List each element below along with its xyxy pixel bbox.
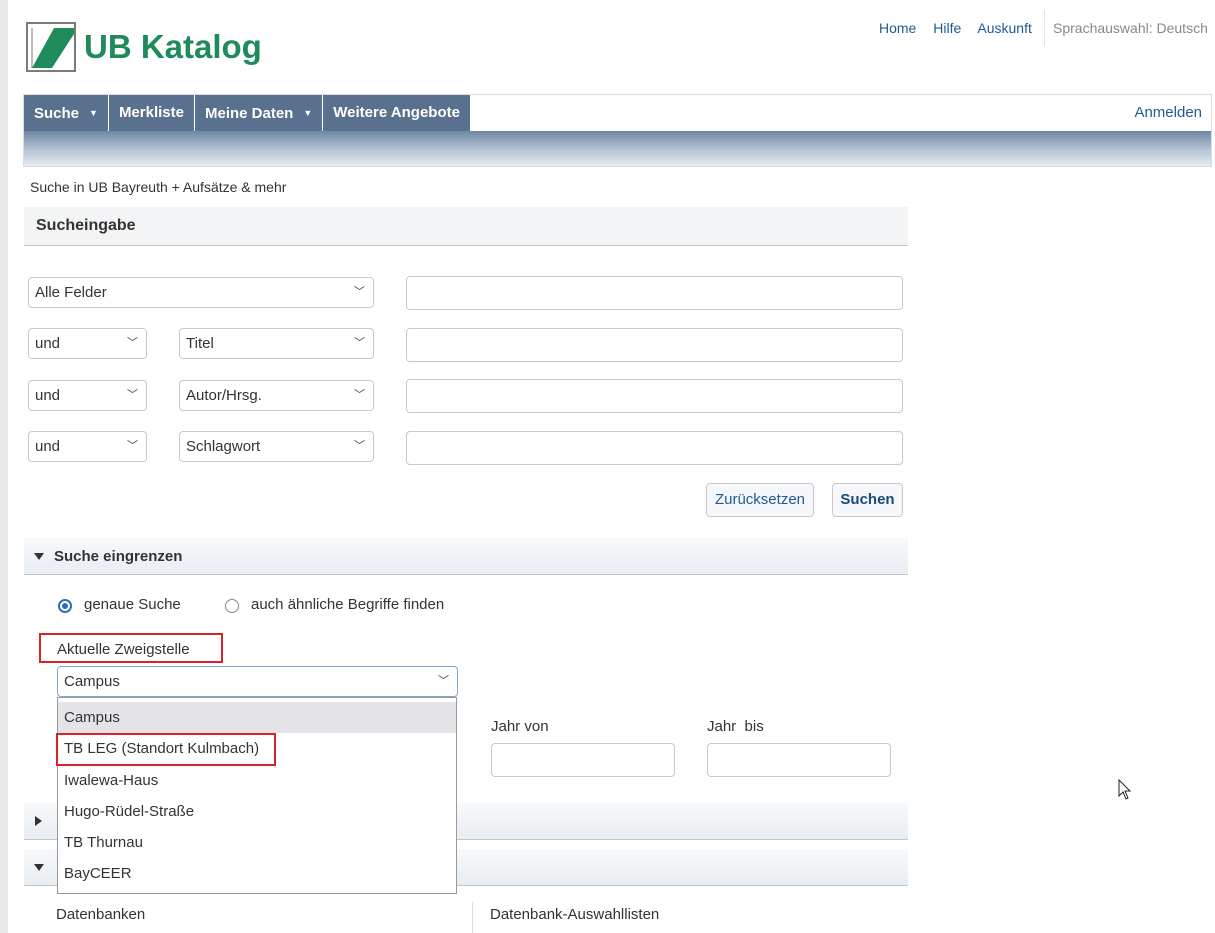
field-select-3[interactable]: Autor/Hrsg. ﹀ — [179, 380, 374, 411]
field-select-4[interactable]: Schlagwort ﹀ — [179, 431, 374, 462]
refine-search-header[interactable]: Suche eingrenzen — [24, 538, 908, 575]
chevron-down-icon: ﹀ — [354, 337, 365, 349]
logo-mark-icon — [26, 22, 76, 72]
header-divider — [1044, 10, 1045, 46]
highlight-box — [56, 733, 276, 766]
info-link[interactable]: Auskunft — [977, 20, 1031, 36]
caret-down-icon: ▼ — [89, 108, 98, 118]
chevron-down-icon: ﹀ — [438, 675, 449, 687]
operator-select-4[interactable]: und ﹀ — [28, 431, 147, 462]
language-label: Sprachauswahl: Deutsch — [1053, 20, 1208, 36]
field-select-2[interactable]: Titel ﹀ — [179, 328, 374, 359]
field-select-value: Alle Felder — [35, 284, 107, 301]
section-title: Sucheingabe — [36, 217, 136, 234]
exact-search-radio[interactable] — [58, 599, 72, 613]
branch-dropdown-list: Campus TB LEG (Standort Kulmbach) Iwalew… — [57, 697, 457, 894]
section-title: Suche eingrenzen — [54, 548, 183, 565]
search-term-input-4[interactable] — [406, 431, 903, 465]
operator-value: und — [35, 335, 61, 352]
operator-value: und — [35, 387, 61, 404]
top-links: Home Hilfe Auskunft — [879, 20, 1045, 36]
similar-search-label: auch ähnliche Begriffe finden — [251, 596, 445, 613]
caret-down-icon: ▼ — [303, 108, 313, 118]
branch-option-campus[interactable]: Campus — [58, 702, 456, 733]
field-select-1[interactable]: Alle Felder ﹀ — [28, 277, 374, 308]
chevron-down-icon: ﹀ — [127, 440, 138, 452]
operator-select-2[interactable]: und ﹀ — [28, 328, 147, 359]
nav-search-label: Suche — [34, 105, 80, 122]
left-edge — [0, 0, 8, 933]
branch-select-value: Campus — [64, 673, 120, 690]
branch-option-hugo-ruedel[interactable]: Hugo-Rüdel-Straße — [58, 796, 456, 827]
nav-watchlist[interactable]: Merkliste — [108, 95, 195, 131]
field-select-value: Autor/Hrsg. — [186, 387, 262, 404]
nav-my-data-label: Meine Daten — [204, 105, 294, 122]
nav-search[interactable]: Suche ▼ — [24, 95, 109, 131]
nav-more-offers-label: Weitere Angebote — [333, 104, 460, 121]
nav-watchlist-label: Merkliste — [118, 104, 184, 121]
field-select-value: Schlagwort — [186, 438, 261, 455]
login-link[interactable]: Anmelden — [1134, 104, 1202, 121]
search-term-input-2[interactable] — [406, 328, 903, 362]
exact-search-label: genaue Suche — [84, 596, 181, 613]
search-button[interactable]: Suchen — [832, 483, 903, 517]
breadcrumb: Suche in UB Bayreuth + Aufsätze & mehr — [30, 179, 287, 195]
year-to-label: Jahr bis — [707, 718, 764, 735]
year-to-input[interactable] — [707, 743, 891, 777]
logo-text: UB Katalog — [84, 28, 262, 65]
column-divider — [472, 902, 473, 933]
database-lists-label: Datenbank-Auswahllisten — [490, 906, 660, 923]
operator-select-3[interactable]: und ﹀ — [28, 380, 147, 411]
reset-button[interactable]: Zurücksetzen — [706, 483, 814, 517]
databases-label: Datenbanken — [56, 906, 146, 923]
operator-value: und — [35, 438, 61, 455]
chevron-down-icon: ﹀ — [127, 337, 138, 349]
mouse-pointer-icon — [1118, 778, 1132, 805]
branch-option-bayceer[interactable]: BayCEER — [58, 858, 456, 889]
main-navigation: Suche ▼ Merkliste Meine Daten ▼ Weitere An… — [23, 94, 1212, 167]
logo[interactable]: UB Katalog — [26, 22, 262, 76]
year-from-input[interactable] — [491, 743, 675, 777]
branch-option-tb-thurnau[interactable]: TB Thurnau — [58, 827, 456, 858]
chevron-down-icon: ﹀ — [354, 286, 365, 298]
branch-label: Aktuelle Zweigstelle — [57, 641, 190, 658]
search-term-input-3[interactable] — [406, 379, 903, 413]
chevron-down-icon: ﹀ — [354, 440, 365, 452]
search-term-input-1[interactable] — [406, 276, 903, 310]
nav-my-data[interactable]: Meine Daten ▼ — [194, 95, 324, 131]
branch-select[interactable]: Campus ﹀ — [57, 666, 458, 697]
branch-option-iwalewa[interactable]: Iwalewa-Haus — [58, 765, 456, 796]
triangle-down-icon — [34, 553, 44, 560]
triangle-right-icon — [35, 816, 42, 826]
field-select-value: Titel — [186, 335, 214, 352]
triangle-down-icon — [34, 864, 44, 871]
help-link[interactable]: Hilfe — [933, 20, 961, 36]
year-from-label: Jahr von — [491, 718, 549, 735]
home-link[interactable]: Home — [879, 20, 916, 36]
language-select[interactable]: Sprachauswahl: Deutsch ▼ — [1053, 20, 1215, 36]
chevron-down-icon: ﹀ — [127, 389, 138, 401]
nav-more-offers[interactable]: Weitere Angebote — [323, 95, 471, 131]
chevron-down-icon: ﹀ — [354, 389, 365, 401]
similar-search-radio[interactable] — [225, 599, 239, 613]
search-input-header: Sucheingabe — [24, 207, 908, 246]
